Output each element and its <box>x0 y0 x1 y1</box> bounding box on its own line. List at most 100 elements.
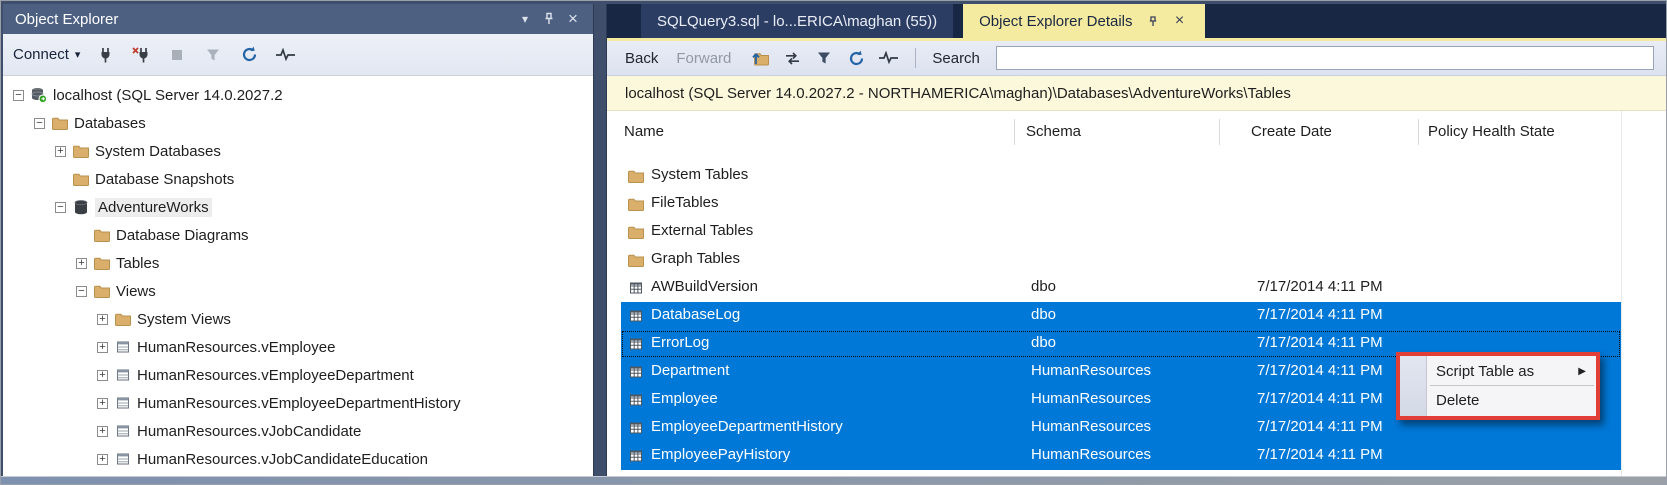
tree-item-label[interactable]: localhost (SQL Server 14.0.2027.2 <box>53 87 283 104</box>
column-separator[interactable] <box>1621 111 1622 478</box>
view-icon <box>114 339 131 355</box>
cell-schema: HumanResources <box>1031 446 1151 463</box>
cell-name: EmployeePayHistory <box>651 446 790 463</box>
tree-item-views[interactable]: Views <box>3 277 593 305</box>
panel-splitter[interactable] <box>593 4 607 478</box>
menu-item-label: Script Table as <box>1436 363 1534 380</box>
refresh-icon[interactable] <box>845 47 867 69</box>
view-icon <box>114 451 131 467</box>
tree-item-localhost[interactable]: localhost (SQL Server 14.0.2027.2 <box>3 81 593 109</box>
tree-expander[interactable] <box>97 370 108 381</box>
tree-item-view[interactable]: HumanResources.vEmployee <box>3 333 593 361</box>
tree-item-label[interactable]: HumanResources.vEmployeeDepartment <box>137 367 414 384</box>
tree-item-databases[interactable]: Databases <box>3 109 593 137</box>
close-icon[interactable]: × <box>1171 12 1189 30</box>
tree-item-label[interactable]: Database Snapshots <box>95 171 234 188</box>
tree-item-view[interactable]: HumanResources.vJobCandidateEducation <box>3 445 593 473</box>
tree-expander[interactable] <box>97 342 108 353</box>
up-one-level-icon[interactable] <box>749 47 771 69</box>
tree-item-tables[interactable]: Tables <box>3 249 593 277</box>
tree-expander[interactable] <box>76 258 87 269</box>
tree-item-system-views[interactable]: System Views <box>3 305 593 333</box>
column-header-name[interactable]: Name <box>624 123 664 140</box>
column-separator[interactable] <box>1219 119 1220 145</box>
tree-item-view[interactable]: HumanResources.vEmployeeDepartment <box>3 361 593 389</box>
tree-item-system-databases[interactable]: System Databases <box>3 137 593 165</box>
tree-item-label[interactable]: HumanResources.vEmployeeDepartmentHistor… <box>137 395 460 412</box>
menu-item-delete[interactable]: Delete <box>1400 387 1596 413</box>
tree-item-database-snapshots[interactable]: Database Snapshots <box>3 165 593 193</box>
filter-icon[interactable] <box>202 44 224 66</box>
context-menu-annotation: Script Table as ▶ Delete <box>1396 352 1600 420</box>
panel-title: Object Explorer <box>15 11 513 28</box>
table-row[interactable]: External Tables <box>621 218 1621 246</box>
connect-server-icon[interactable] <box>94 44 116 66</box>
database-icon <box>72 199 89 215</box>
tree-expander[interactable] <box>97 314 108 325</box>
tab-sqlquery[interactable]: SQLQuery3.sql - lo...ERICA\maghan (55)) <box>641 4 953 38</box>
column-header-schema[interactable]: Schema <box>1026 123 1081 140</box>
refresh-icon[interactable] <box>238 44 260 66</box>
tree-item-label[interactable]: System Databases <box>95 143 221 160</box>
tree-item-label[interactable]: System Views <box>137 311 231 328</box>
tree-expander[interactable] <box>97 398 108 409</box>
tree-item-label[interactable]: HumanResources.vEmployee <box>137 339 335 356</box>
tree-expander[interactable] <box>55 202 66 213</box>
table-row[interactable]: Graph Tables <box>621 246 1621 274</box>
table-row[interactable]: EmployeePayHistory HumanResources 7/17/2… <box>621 442 1621 470</box>
cell-schema: HumanResources <box>1031 418 1151 435</box>
tree-item-label[interactable]: Tables <box>116 255 159 272</box>
table-icon <box>627 280 644 296</box>
tree-expander[interactable] <box>34 118 45 129</box>
column-separator[interactable] <box>1418 119 1419 145</box>
breadcrumb-path[interactable]: localhost (SQL Server 14.0.2027.2 - NORT… <box>607 75 1666 111</box>
close-icon[interactable]: × <box>561 9 585 29</box>
tree-item-label[interactable]: Views <box>116 283 156 300</box>
disconnect-server-icon[interactable] <box>130 44 152 66</box>
pin-icon[interactable] <box>1143 12 1161 30</box>
tree-item-label[interactable]: HumanResources.vJobCandidateEducation <box>137 451 428 468</box>
column-separator[interactable] <box>1014 119 1015 145</box>
pin-icon[interactable] <box>537 9 561 29</box>
tree-item-database-diagrams[interactable]: Database Diagrams <box>3 221 593 249</box>
search-input[interactable] <box>996 46 1654 70</box>
tree-expander[interactable] <box>76 286 87 297</box>
tree-item-label[interactable]: AdventureWorks <box>95 198 212 217</box>
table-row[interactable]: AWBuildVersion dbo 7/17/2014 4:11 PM <box>621 274 1621 302</box>
menu-item-script-table-as[interactable]: Script Table as ▶ <box>1400 358 1596 384</box>
window-position-icon[interactable]: ▾ <box>513 9 537 29</box>
folder-icon <box>93 283 110 299</box>
connect-button[interactable]: Connect ▾ <box>13 46 80 63</box>
view-icon <box>114 395 131 411</box>
forward-button[interactable]: Forward <box>676 50 731 67</box>
folder-icon <box>93 255 110 271</box>
tree-item-view[interactable]: HumanResources.vEmployeeDepartmentHistor… <box>3 389 593 417</box>
back-button[interactable]: Back <box>625 50 658 67</box>
cell-date: 7/17/2014 4:11 PM <box>1257 418 1383 435</box>
stop-icon[interactable] <box>166 44 188 66</box>
tree-item-view[interactable]: HumanResources.vJobCandidate <box>3 417 593 445</box>
tree-item-label[interactable]: Database Diagrams <box>116 227 249 244</box>
column-header-create-date[interactable]: Create Date <box>1251 123 1332 140</box>
cell-name: System Tables <box>651 166 748 183</box>
tree-item-label[interactable]: HumanResources.vJobCandidate <box>137 423 361 440</box>
column-header-policy-health[interactable]: Policy Health State <box>1428 123 1555 140</box>
tree-expander[interactable] <box>55 146 66 157</box>
tree-item-label[interactable]: Databases <box>74 115 146 132</box>
synchronize-icon[interactable] <box>781 47 803 69</box>
cell-name: AWBuildVersion <box>651 278 758 295</box>
table-icon <box>627 420 644 436</box>
filter-icon[interactable] <box>813 47 835 69</box>
activity-monitor-icon[interactable] <box>877 47 899 69</box>
activity-monitor-icon[interactable] <box>274 44 296 66</box>
table-row[interactable]: System Tables <box>621 162 1621 190</box>
tree-expander[interactable] <box>13 90 24 101</box>
folder-icon <box>72 171 89 187</box>
tree-expander[interactable] <box>97 426 108 437</box>
table-row[interactable]: FileTables <box>621 190 1621 218</box>
table-row[interactable]: DatabaseLog dbo 7/17/2014 4:11 PM <box>621 302 1621 330</box>
tab-object-explorer-details[interactable]: Object Explorer Details × <box>963 4 1204 38</box>
tree-item-adventureworks[interactable]: AdventureWorks <box>3 193 593 221</box>
toolbar-separator <box>915 48 916 68</box>
tree-expander[interactable] <box>97 454 108 465</box>
